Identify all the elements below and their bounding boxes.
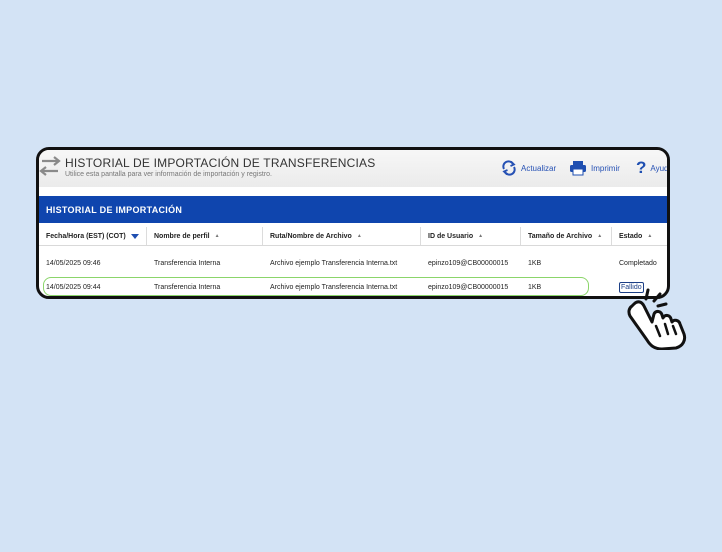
- col-profile[interactable]: Nombre de perfil ▲: [146, 227, 262, 245]
- cell-file: Archivo ejemplo Transferencia Interna.tx…: [270, 259, 398, 267]
- print-label: Imprimir: [591, 163, 620, 173]
- import-history-window: HISTORIAL DE IMPORTACIÓN DE TRANSFERENCI…: [36, 147, 670, 299]
- cell-user: epinzo109@CB00000015: [428, 283, 509, 291]
- print-button[interactable]: Imprimir: [569, 159, 620, 177]
- col-size[interactable]: Tamaño de Archivo ▲: [520, 227, 612, 245]
- page-header: HISTORIAL DE IMPORTACIÓN DE TRANSFERENCI…: [39, 150, 667, 187]
- cell-profile: Transferencia Interna: [154, 259, 221, 267]
- refresh-icon: [501, 160, 517, 176]
- table-row[interactable]: 14/05/2025 09:44 Transferencia Interna A…: [39, 277, 667, 296]
- sort-asc-icon: ▲: [214, 233, 220, 239]
- sort-asc-icon: ▲: [647, 233, 653, 239]
- help-label: Ayuda: [650, 163, 669, 173]
- col-file[interactable]: Ruta/Nombre de Archivo ▲: [262, 227, 420, 245]
- cell-user: epinzo109@CB00000015: [428, 259, 509, 267]
- cell-size: 1KB: [528, 259, 542, 267]
- swap-arrows-icon: [39, 154, 61, 183]
- hand-pointer-icon: [620, 286, 692, 355]
- cell-date: 14/05/2025 09:46: [46, 259, 101, 267]
- page-subtitle: Utilice esta pantalla para ver informaci…: [65, 171, 272, 178]
- cell-file: Archivo ejemplo Transferencia Interna.tx…: [270, 283, 398, 291]
- table-row[interactable]: 14/05/2025 09:46 Transferencia Interna A…: [39, 253, 667, 273]
- printer-icon: [569, 160, 587, 176]
- sort-asc-icon: ▲: [478, 233, 484, 239]
- help-button[interactable]: ? Ayuda: [636, 158, 669, 177]
- cell-date: 14/05/2025 09:44: [46, 283, 101, 291]
- refresh-button[interactable]: Actualizar: [501, 159, 556, 177]
- cell-size: 1KB: [528, 283, 542, 291]
- col-status[interactable]: Estado ▲: [611, 227, 667, 245]
- cell-profile: Transferencia Interna: [154, 283, 221, 291]
- question-icon: ?: [636, 158, 647, 177]
- col-user[interactable]: ID de Usuario ▲: [420, 227, 520, 245]
- table-header: Fecha/Hora (EST) (COT) Nombre de perfil …: [39, 227, 667, 246]
- section-title: HISTORIAL DE IMPORTACIÓN: [39, 196, 667, 223]
- sort-desc-icon: [130, 233, 139, 239]
- cell-status: Completado: [619, 259, 657, 267]
- sort-asc-icon: ▲: [356, 233, 362, 239]
- refresh-label: Actualizar: [521, 163, 557, 173]
- page-title: HISTORIAL DE IMPORTACIÓN DE TRANSFERENCI…: [65, 156, 376, 170]
- col-date[interactable]: Fecha/Hora (EST) (COT): [46, 227, 146, 245]
- sort-asc-icon: ▲: [597, 233, 603, 239]
